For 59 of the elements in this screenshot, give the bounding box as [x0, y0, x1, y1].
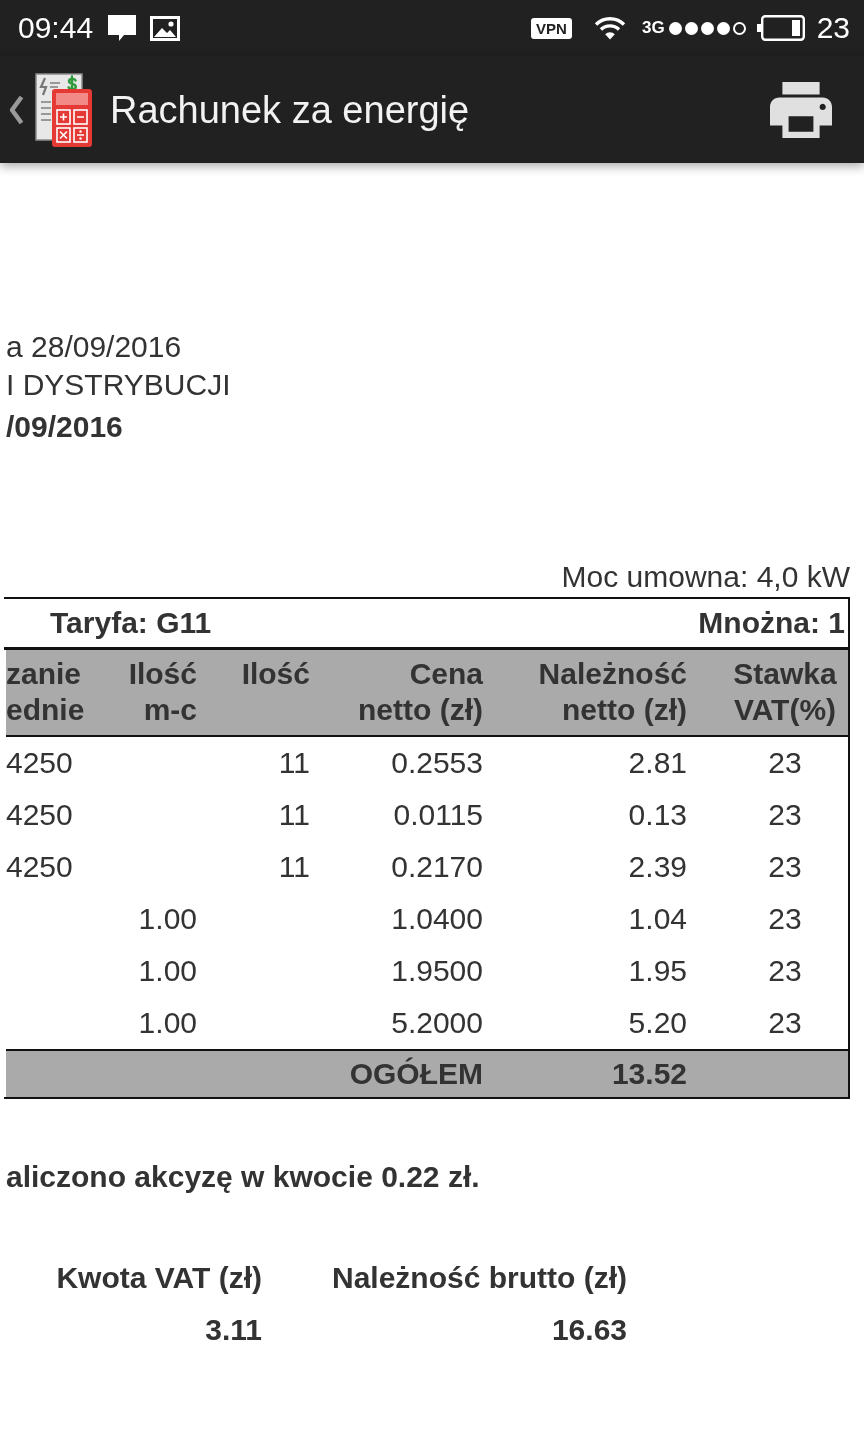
table-cell: 5.20 — [628, 1005, 687, 1041]
table-cell: 1.04 — [628, 901, 687, 937]
print-icon[interactable] — [770, 81, 832, 138]
table-cell: 11 — [278, 745, 310, 781]
image-icon — [150, 15, 181, 41]
table-cell: 1.00 — [138, 901, 197, 937]
info-text: a 28/09/2016 — [6, 329, 183, 365]
message-icon — [107, 13, 138, 43]
table-cell: 1.0400 — [391, 901, 483, 937]
table-cell: 5.2000 — [391, 1005, 483, 1041]
table-cell: 2.39 — [628, 849, 687, 885]
app-title: Rachunek za energię — [110, 87, 470, 132]
network-type-label: 3G — [641, 18, 665, 38]
calculator-document-icon — [35, 71, 93, 148]
total-label: OGÓŁEM — [349, 1056, 483, 1092]
table-cell: 0.2170 — [391, 849, 483, 885]
summary-label: Należność brutto (zł) — [332, 1260, 627, 1296]
battery-percent: 23 — [816, 11, 850, 45]
table-cell: 11 — [278, 849, 310, 885]
table-cell: 1.00 — [138, 1005, 197, 1041]
column-header: Należność netto (zł) — [538, 656, 687, 728]
contract-power-text: Moc umowna: 4,0 kW — [561, 560, 850, 593]
multiplier-label: Mnożna: 1 — [698, 606, 845, 640]
column-header: Cena netto (zł) — [358, 656, 483, 728]
info-text: I DYSTRYBUCJI — [6, 367, 232, 403]
excise-note: aliczono akcyzę w kwocie 0.22 zł. — [6, 1159, 481, 1195]
table-cell: 4250 — [6, 849, 73, 885]
vpn-badge: VPN — [531, 17, 572, 39]
summary-label: Kwota VAT (zł) — [56, 1260, 262, 1296]
table-cell: 23 — [768, 797, 802, 833]
table-cell: 11 — [278, 797, 310, 833]
table-cell: 23 — [768, 953, 802, 989]
table-cell: 1.00 — [138, 953, 197, 989]
table-cell: 4250 — [6, 745, 73, 781]
table-cell: 23 — [768, 901, 802, 937]
column-header: Ilość — [241, 656, 310, 692]
table-cell: 4250 — [6, 797, 73, 833]
table-cell: 23 — [768, 849, 802, 885]
table-cell: 0.2553 — [391, 745, 483, 781]
summary-value: 3.11 — [205, 1312, 262, 1348]
table-cell: 0.13 — [628, 797, 687, 833]
battery-icon — [756, 15, 805, 41]
total-value: 13.52 — [611, 1056, 687, 1092]
wifi-icon — [593, 16, 626, 40]
info-text: /09/2016 — [6, 409, 124, 445]
table-cell: 2.81 — [628, 745, 687, 781]
summary-value: 16.63 — [551, 1312, 627, 1348]
table-cell: 23 — [768, 745, 802, 781]
table-cell: 0.0115 — [393, 797, 483, 833]
tariff-label: Taryfa: G11 — [50, 606, 212, 640]
back-chevron-icon[interactable] — [8, 94, 24, 125]
table-cell: 1.9500 — [391, 953, 483, 989]
column-header: Stawka VAT(%) — [733, 656, 837, 728]
table-cell: 23 — [768, 1005, 802, 1041]
column-header: zanie ednie — [6, 656, 85, 728]
table-cell: 1.95 — [628, 953, 687, 989]
column-header: Ilość m-c — [128, 656, 197, 728]
signal-strength-icon — [667, 20, 748, 36]
clock-time: 09:44 — [18, 11, 94, 45]
